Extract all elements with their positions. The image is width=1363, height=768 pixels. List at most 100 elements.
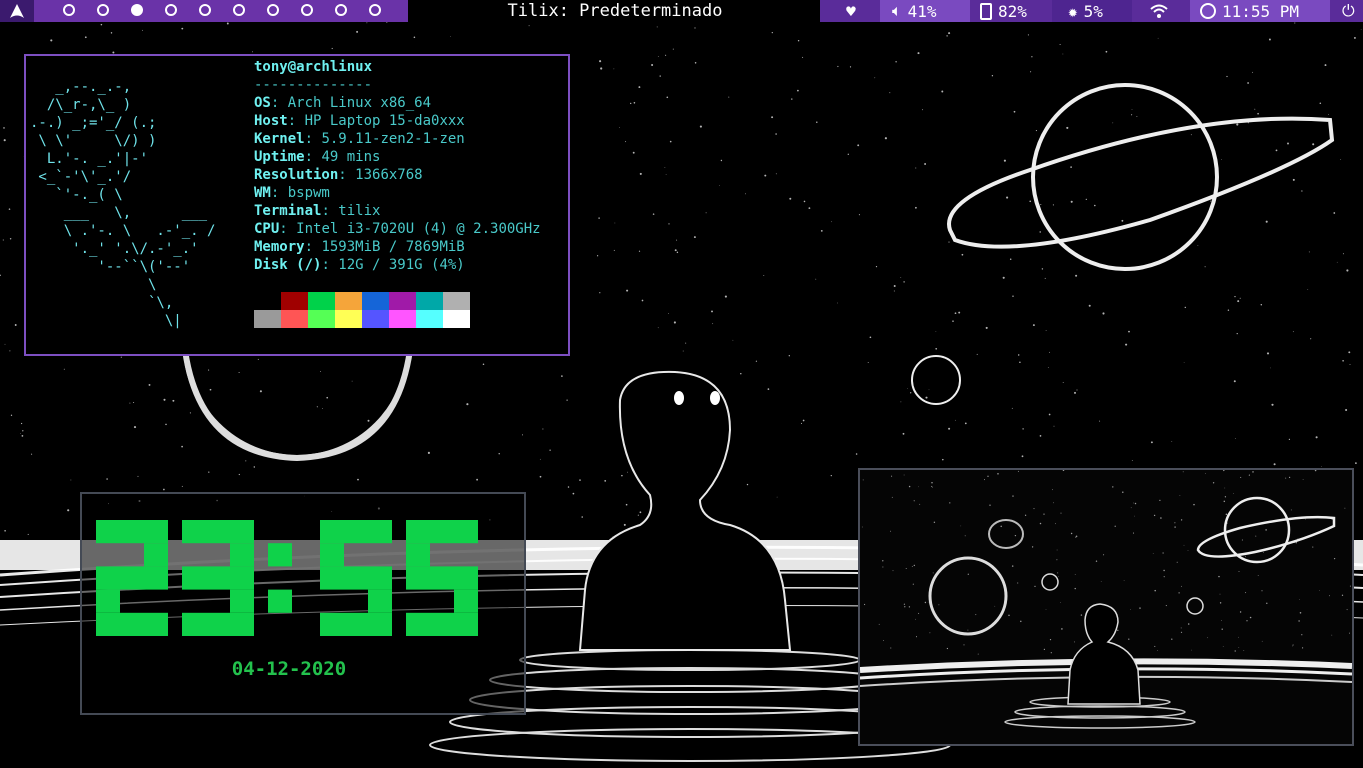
palette-swatch [281, 310, 308, 328]
palette-swatch [281, 292, 308, 310]
power-icon[interactable]: ⏻ [1342, 0, 1355, 22]
clock-digit-block [454, 566, 478, 590]
palette-swatch [389, 292, 416, 310]
info-key: Host [254, 113, 288, 129]
clock-digit-block [120, 520, 144, 544]
workspace-1[interactable] [63, 4, 75, 16]
clock-digit-block [320, 520, 344, 544]
digital-clock [96, 520, 478, 636]
clock-digit-block [406, 543, 430, 567]
clock-digit-block [344, 520, 368, 544]
battery-value: 82% [998, 1, 1027, 21]
workspace-9[interactable] [335, 4, 347, 16]
info-key: Resolution [254, 167, 339, 183]
clock-digit-block [368, 566, 392, 590]
palette-swatch [362, 292, 389, 310]
info-value: HP Laptop 15-da0xxx [304, 113, 465, 129]
info-value: tilix [338, 203, 381, 219]
info-value: 49 mins [321, 149, 381, 165]
workspace-3[interactable] [131, 4, 143, 16]
info-key: WM [254, 185, 271, 201]
neofetch-terminal[interactable]: _,--._.-, /\_r-,\_ ) .-.) _;='_/ (.; \ \… [24, 54, 570, 356]
info-key: Terminal [254, 203, 322, 219]
clock-digit-block [454, 589, 478, 613]
preview-image [860, 470, 1352, 744]
clock-digit-block [430, 612, 454, 636]
workspace-6[interactable] [233, 4, 245, 16]
info-value: 1366x768 [355, 167, 423, 183]
clock-digit-block [96, 566, 120, 590]
color-palette [254, 292, 470, 328]
clock-widget: 04-12-2020 [80, 492, 526, 715]
workspace-7[interactable] [267, 4, 279, 16]
info-key: OS [254, 95, 271, 111]
clock-digit-block [320, 566, 344, 590]
clock-digit-block [144, 543, 168, 567]
palette-swatch [443, 292, 470, 310]
volume-module[interactable]: 🔈︎ 41% [892, 0, 937, 22]
brightness-module[interactable]: ✹ 5% [1068, 0, 1103, 22]
system-info: tony@archlinux -------------- OS: Arch L… [254, 58, 541, 274]
info-row: Host: HP Laptop 15-da0xxx [254, 113, 465, 129]
clock-digit-block [182, 520, 206, 544]
info-value: bspwm [287, 185, 330, 201]
user-host: tony@archlinux [254, 59, 373, 75]
workspace-5[interactable] [199, 4, 211, 16]
clock-digit-block [454, 520, 478, 544]
info-row: Terminal: tilix [254, 203, 381, 219]
clock-digit-block [206, 612, 230, 636]
volume-icon: 🔈︎ [892, 1, 902, 20]
palette-swatch [335, 310, 362, 328]
volume-value: 41% [907, 1, 937, 21]
window-title: Tilix: Predeterminado [507, 1, 723, 21]
info-row: Kernel: 5.9.11-zen2-1-zen [254, 131, 465, 147]
workspace-4[interactable] [165, 4, 177, 16]
clock-digit-block [406, 520, 430, 544]
clock-digit-block [344, 566, 368, 590]
info-key: Memory [254, 239, 305, 255]
info-row: Memory: 1593MiB / 7869MiB [254, 239, 465, 255]
clock-digit-block [144, 612, 168, 636]
clock-digit-block [344, 612, 368, 636]
clock-digit-block [368, 612, 392, 636]
palette-swatch [443, 310, 470, 328]
workspace-2[interactable] [97, 4, 109, 16]
clock-digit-block [182, 566, 206, 590]
info-row: WM: bspwm [254, 185, 330, 201]
clock-digit-block [454, 612, 478, 636]
workspace-8[interactable] [301, 4, 313, 16]
info-value: 5.9.11-zen2-1-zen [321, 131, 465, 147]
wifi-icon[interactable] [1150, 0, 1168, 22]
clock-digit-block [406, 612, 430, 636]
heart-icon[interactable]: ♥ [836, 0, 866, 22]
info-value: 12G / 391G (4%) [338, 257, 465, 273]
palette-swatch [362, 310, 389, 328]
clock-digit-block [206, 520, 230, 544]
info-row: Disk (/): 12G / 391G (4%) [254, 257, 465, 273]
info-key: CPU [254, 221, 280, 237]
info-row: Uptime: 49 mins [254, 149, 381, 165]
battery-icon [980, 2, 992, 20]
battery-module[interactable]: 82% [980, 0, 1027, 22]
arch-logo-icon [10, 4, 24, 18]
workspace-switcher [0, 0, 408, 22]
clock-module[interactable]: 11:55 PM [1200, 0, 1299, 22]
workspace-10[interactable] [369, 4, 381, 16]
clock-digit-block [120, 612, 144, 636]
palette-swatch [254, 310, 281, 328]
clock-digit-block [230, 566, 254, 590]
status-modules: ♥ 🔈︎ 41% 82% ✹ 5% 11:55 PM ⏻ [820, 0, 1363, 22]
clock-icon [1200, 3, 1216, 19]
bar-time: 11:55 PM [1222, 1, 1300, 21]
clock-digit-block [320, 612, 344, 636]
palette-swatch [308, 292, 335, 310]
clock-digit-block [96, 520, 120, 544]
wallpaper-preview-window[interactable] [858, 468, 1354, 746]
clock-colon-dot [268, 543, 292, 567]
clock-digit-block [144, 566, 168, 590]
arch-launcher-button[interactable] [0, 0, 34, 22]
palette-swatch [335, 292, 362, 310]
clock-digit-block [230, 589, 254, 613]
clock-digit-block [368, 589, 392, 613]
clock-digit-block [368, 520, 392, 544]
